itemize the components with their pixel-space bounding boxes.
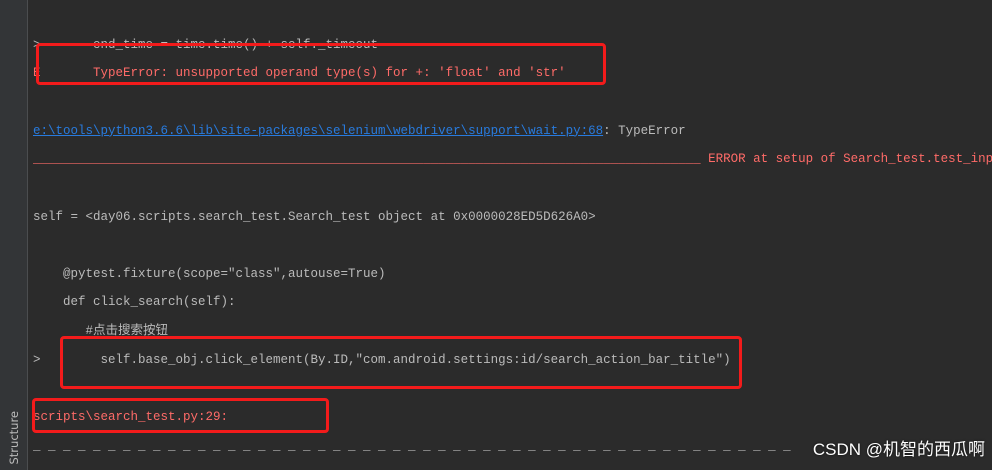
structure-tab-label: Structure [6, 411, 21, 465]
annotation-box-click-element [60, 336, 742, 389]
source-line-decorator: @pytest.fixture(scope="class",autouse=Tr… [33, 266, 386, 281]
annotation-box-file-location [32, 398, 329, 433]
wait-py-file-link[interactable]: e:\tools\python3.6.6\lib\site-packages\s… [33, 124, 603, 138]
run-console-window: Structure > end_time = time.time() + sel… [0, 0, 992, 470]
csdn-watermark: CSDN @机智的西瓜啊 [812, 440, 985, 459]
structure-tool-tab[interactable]: Structure [0, 406, 27, 470]
error-setup-header: ________________________________________… [33, 152, 992, 167]
error-location-line: e:\tools\python3.6.6\lib\site-packages\s… [33, 117, 992, 146]
left-tool-window-strip: Structure [0, 0, 28, 470]
annotation-box-typeerror [36, 43, 606, 85]
source-line-def: def click_search(self): [33, 295, 236, 310]
self-repr-line: self = <day06.scripts.search_test.Search… [33, 209, 596, 224]
error-location-suffix: : TypeError [603, 123, 686, 138]
